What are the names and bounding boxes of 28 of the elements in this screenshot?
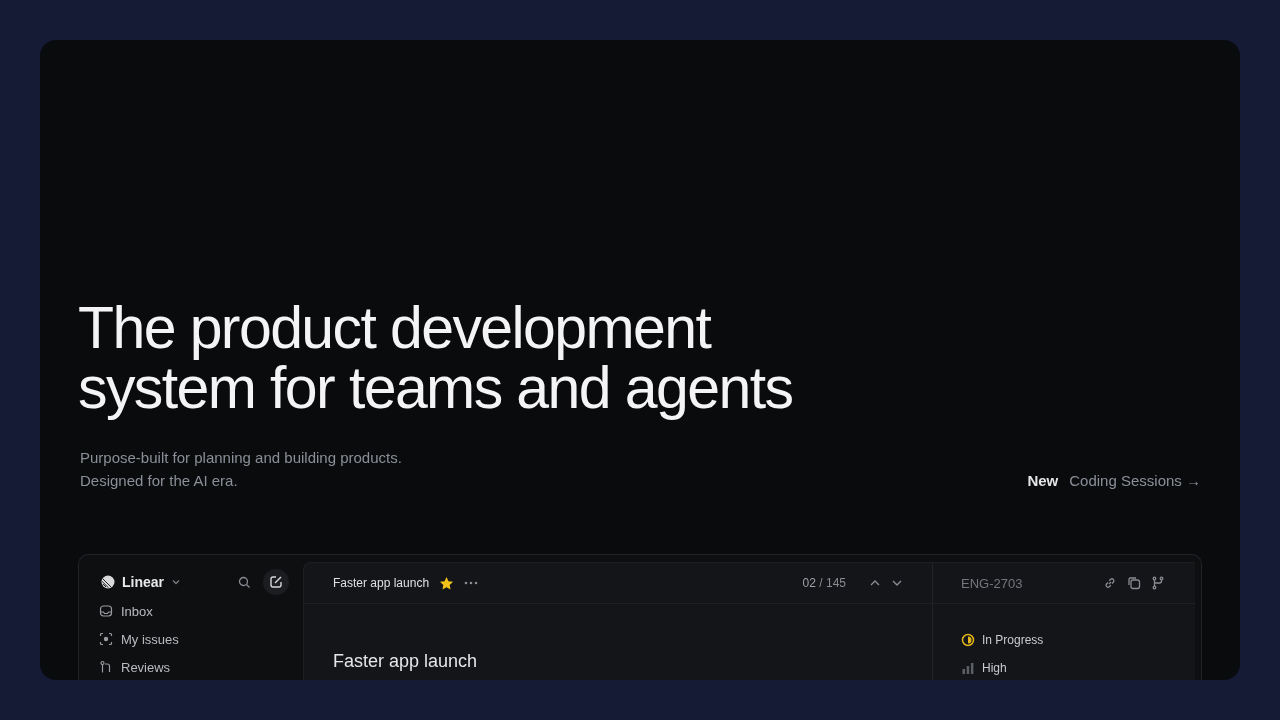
subtitle: Purpose-built for planning and building products. Designed for the AI era. bbox=[80, 448, 402, 491]
issue-counter: 02 / 145 bbox=[802, 576, 846, 590]
copy-icon[interactable] bbox=[1127, 576, 1141, 590]
new-label: New bbox=[1027, 471, 1059, 491]
branch-icon[interactable] bbox=[1151, 576, 1165, 590]
logo-icon bbox=[101, 575, 115, 589]
search-icon bbox=[237, 575, 251, 589]
nav-item[interactable]: Inbox bbox=[99, 597, 289, 625]
star-icon[interactable] bbox=[439, 575, 455, 591]
inbox-icon bbox=[99, 604, 113, 618]
more-icon[interactable] bbox=[464, 581, 479, 585]
workspace-switcher[interactable]: Linear bbox=[99, 572, 183, 592]
target-icon bbox=[99, 632, 113, 646]
property-item[interactable]: High bbox=[961, 654, 1195, 680]
priority-bars-icon bbox=[961, 661, 975, 675]
compose-icon bbox=[269, 575, 283, 589]
issue-id: ENG-2703 bbox=[961, 575, 1023, 591]
link-icon[interactable] bbox=[1103, 576, 1117, 590]
nav-item[interactable]: My issues bbox=[99, 625, 289, 653]
chevron-down-icon bbox=[171, 577, 181, 587]
issue-breadcrumb[interactable]: Faster app launch bbox=[333, 576, 430, 590]
compose-button[interactable] bbox=[263, 569, 289, 595]
issue-title: Faster app launch bbox=[333, 651, 478, 672]
headline: The product development system for teams and agents bbox=[78, 298, 793, 418]
property-item[interactable]: In Progress bbox=[961, 626, 1195, 654]
nav-item[interactable]: Reviews bbox=[99, 653, 289, 680]
announcement-link[interactable]: Coding Sessions → bbox=[1069, 471, 1201, 491]
branch-icon bbox=[99, 660, 113, 674]
